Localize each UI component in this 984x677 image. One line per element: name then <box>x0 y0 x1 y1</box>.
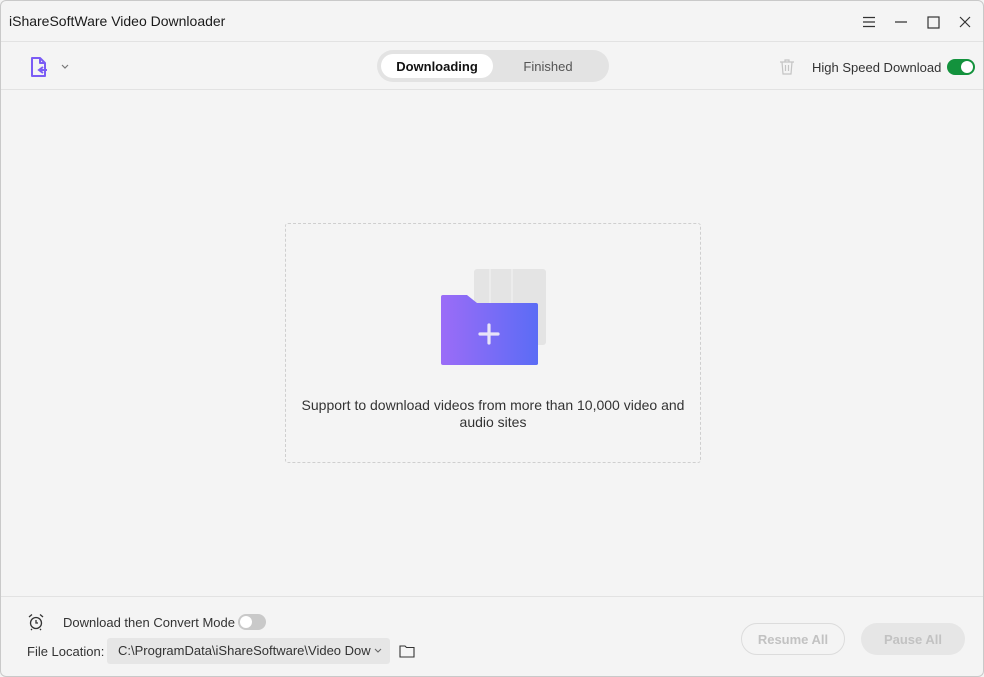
file-location-label: File Location: <box>27 644 105 659</box>
file-location-value: C:\ProgramData\iShareSoftware\Video Down… <box>118 643 371 658</box>
tab-finished[interactable]: Finished <box>497 54 599 78</box>
add-download-button[interactable] <box>28 56 50 78</box>
convert-mode-label: Download then Convert Mode <box>63 615 235 630</box>
minimize-icon <box>895 21 907 23</box>
toggle-knob <box>240 616 252 628</box>
convert-mode-toggle[interactable] <box>238 614 266 630</box>
folder-icon <box>399 645 415 658</box>
resume-all-button[interactable]: Resume All <box>741 623 845 655</box>
trash-icon <box>780 59 794 75</box>
chevron-down-icon <box>374 648 382 653</box>
open-folder-button[interactable] <box>399 644 415 658</box>
maximize-button[interactable] <box>920 9 946 35</box>
high-speed-label: High Speed Download <box>812 60 942 75</box>
delete-button[interactable] <box>779 58 795 76</box>
close-icon <box>959 16 971 28</box>
alarm-clock-icon <box>28 614 44 631</box>
app-window: iShareSoftWare Video Downloader Download… <box>0 0 984 677</box>
close-button[interactable] <box>952 9 978 35</box>
menu-button[interactable] <box>856 9 882 35</box>
tab-switcher: Downloading Finished <box>377 50 609 82</box>
title-bar: iShareSoftWare Video Downloader <box>1 1 983 42</box>
chevron-down-icon <box>61 64 69 69</box>
drop-zone[interactable]: Support to download videos from more tha… <box>285 223 701 463</box>
toggle-knob <box>961 61 973 73</box>
drop-zone-message: Support to download videos from more tha… <box>301 397 685 430</box>
add-url-file-icon <box>31 57 47 77</box>
minimize-button[interactable] <box>888 9 914 35</box>
window-title: iShareSoftWare Video Downloader <box>9 13 226 29</box>
tab-downloading[interactable]: Downloading <box>381 54 493 78</box>
maximize-icon <box>926 15 940 29</box>
folder-plus-icon <box>440 267 548 367</box>
hamburger-menu-icon <box>863 16 875 28</box>
high-speed-toggle[interactable] <box>947 59 975 75</box>
toolbar: Downloading Finished High Speed Download <box>1 42 983 90</box>
footer: Download then Convert Mode File Location… <box>1 596 983 676</box>
file-location-select[interactable]: C:\ProgramData\iShareSoftware\Video Down… <box>107 638 390 664</box>
schedule-button[interactable] <box>27 613 45 631</box>
add-dropdown-button[interactable] <box>59 59 71 71</box>
pause-all-button[interactable]: Pause All <box>861 623 965 655</box>
